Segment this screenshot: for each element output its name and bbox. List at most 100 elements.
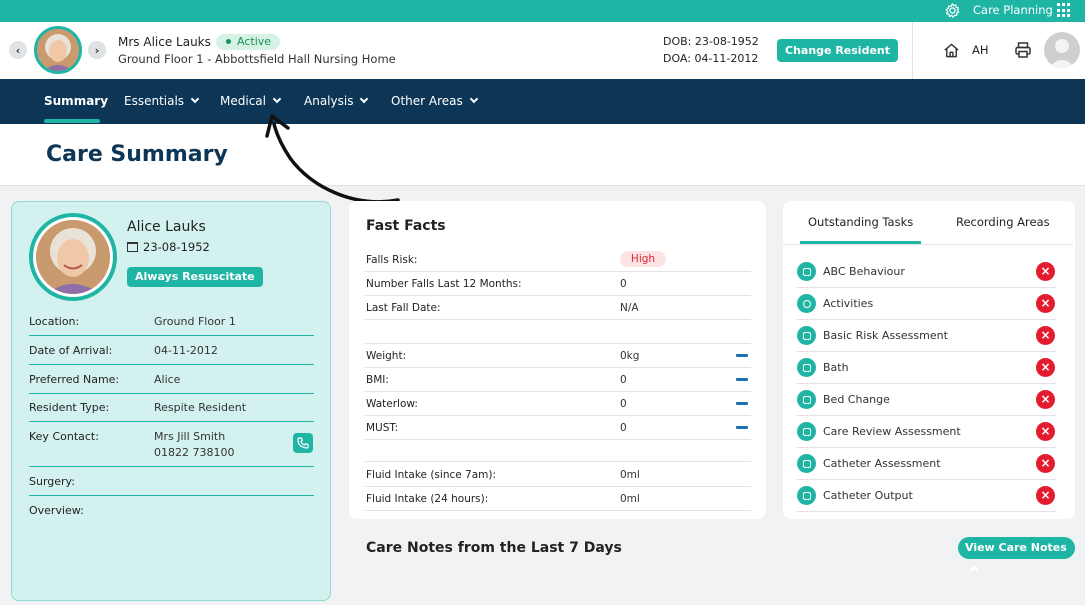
task-item[interactable]: Activities × — [796, 288, 1056, 320]
close-icon[interactable]: × — [1036, 358, 1055, 377]
header-divider — [912, 22, 913, 79]
bath-icon — [797, 358, 816, 377]
fact-weight: Weight: 0kg — [365, 344, 751, 368]
profile-row-key-contact: Key Contact: Mrs Jill Smith 01822 738100 — [29, 422, 314, 467]
close-icon[interactable]: × — [1036, 390, 1055, 409]
review-icon — [797, 422, 816, 441]
task-item[interactable]: Catheter Output × — [796, 480, 1056, 512]
resident-avatar — [34, 26, 82, 74]
status-dot-icon — [226, 38, 231, 44]
profile-row-arrival: Date of Arrival: 04-11-2012 — [29, 336, 314, 365]
table-icon — [797, 262, 816, 281]
previous-resident-button[interactable]: ‹ — [9, 41, 27, 59]
task-item[interactable]: Bed Change × — [796, 384, 1056, 416]
close-icon[interactable]: × — [1036, 422, 1055, 441]
fact-spacer — [365, 320, 751, 344]
fact-spacer — [365, 440, 751, 462]
user-avatar[interactable] — [1044, 32, 1080, 68]
chevron-left-icon: ‹ — [15, 43, 21, 57]
tab-divider — [783, 244, 1073, 245]
main-nav: Summary Essentials Medical Analysis Othe… — [0, 79, 1085, 124]
nav-medical[interactable]: Medical — [220, 94, 282, 108]
phone-icon — [297, 437, 309, 449]
fact-falls-risk: Falls Risk: — [365, 248, 751, 272]
fact-must: MUST: 0 — [365, 416, 751, 440]
clipboard-icon — [797, 454, 816, 473]
tab-recording-areas[interactable]: Recording Areas — [956, 215, 1050, 229]
resident-name: Mrs Alice Lauks — [118, 35, 211, 49]
fast-facts-card: Fast Facts Falls Risk: Number Falls Last… — [349, 201, 766, 519]
profile-dob: 23-08-1952 — [127, 240, 210, 254]
profile-name: Alice Lauks — [127, 219, 206, 235]
resident-dob: DOB: 23-08-1952 — [663, 35, 759, 48]
profile-row-overview: Overview: — [29, 504, 84, 517]
next-resident-button[interactable]: › — [88, 41, 106, 59]
catheter-icon — [797, 486, 816, 505]
fact-falls-count: Number Falls Last 12 Months: 0 — [365, 272, 751, 296]
close-icon[interactable]: × — [1036, 454, 1055, 473]
profile-card: Alice Lauks 23-08-1952 Always Resuscitat… — [11, 201, 331, 601]
gear-icon[interactable] — [944, 2, 961, 19]
task-item[interactable]: Care Review Assessment × — [796, 416, 1056, 448]
profile-row-preferred-name: Preferred Name: Alice — [29, 365, 314, 394]
fast-facts-title: Fast Facts — [366, 218, 446, 234]
nav-essentials[interactable]: Essentials — [124, 94, 200, 108]
trend-flat-icon — [736, 354, 748, 357]
activity-icon — [797, 294, 816, 313]
fact-fluid-7am: Fluid Intake (since 7am): 0ml — [365, 463, 751, 487]
annotation-arrow-icon — [265, 114, 400, 204]
fact-last-fall-date: Last Fall Date: N/A — [365, 296, 751, 320]
fact-waterlow: Waterlow: 0 — [365, 392, 751, 416]
tasks-card: Outstanding Tasks Recording Areas ABC Be… — [783, 201, 1075, 519]
task-item[interactable]: Bath × — [796, 352, 1056, 384]
page-title: Care Summary — [46, 142, 228, 167]
trend-flat-icon — [736, 378, 748, 381]
top-bar: Care Planning — [0, 0, 1085, 22]
resuscitation-badge: Always Resuscitate — [127, 267, 263, 287]
care-notes-title: Care Notes from the Last 7 Days — [366, 540, 622, 556]
user-silhouette-icon — [1049, 39, 1075, 68]
nav-summary[interactable]: Summary — [44, 94, 108, 108]
print-icon[interactable] — [1014, 41, 1032, 59]
profile-row-resident-type: Resident Type: Respite Resident — [29, 393, 314, 422]
close-icon[interactable]: × — [1036, 486, 1055, 505]
trend-flat-icon — [736, 426, 748, 429]
task-item[interactable]: Catheter Assessment × — [796, 448, 1056, 480]
tab-active-indicator — [800, 241, 921, 244]
chevron-down-icon — [360, 94, 369, 104]
user-initials[interactable]: AH — [972, 43, 989, 57]
close-icon[interactable]: × — [1036, 262, 1055, 281]
trend-flat-icon — [736, 402, 748, 405]
home-icon[interactable] — [943, 42, 960, 59]
nav-other-areas[interactable]: Other Areas — [391, 94, 479, 108]
call-contact-button[interactable] — [293, 433, 313, 453]
falls-risk-badge: High — [620, 251, 666, 267]
task-item[interactable]: ABC Behaviour × — [796, 256, 1056, 288]
resident-header: ‹ › Mrs Alice Lauks Active Ground Floor … — [0, 22, 1085, 79]
chevron-down-icon — [469, 94, 479, 104]
status-badge: Active — [216, 34, 281, 50]
fact-fluid-24h: Fluid Intake (24 hours): 0ml — [365, 487, 751, 511]
close-icon[interactable]: × — [1036, 326, 1055, 345]
task-item[interactable]: Basic Risk Assessment × — [796, 320, 1056, 352]
bed-icon — [797, 390, 816, 409]
profile-row-location: Location: Ground Floor 1 — [29, 307, 314, 336]
clipboard-icon — [797, 326, 816, 345]
chevron-down-icon — [272, 94, 282, 104]
chevron-up-icon — [969, 565, 979, 575]
chevron-right-icon: › — [94, 43, 100, 57]
nav-analysis[interactable]: Analysis — [304, 94, 369, 108]
nav-active-indicator — [44, 119, 100, 123]
fact-bmi: BMI: 0 — [365, 368, 751, 392]
close-icon[interactable]: × — [1036, 294, 1055, 313]
resident-photo-icon — [37, 29, 79, 71]
change-resident-button[interactable]: Change Resident — [777, 39, 898, 62]
title-strip: Care Summary — [0, 124, 1085, 186]
tab-outstanding-tasks[interactable]: Outstanding Tasks — [808, 215, 913, 229]
resident-doa: DOA: 04-11-2012 — [663, 52, 759, 65]
resident-location: Ground Floor 1 - Abbottsfield Hall Nursi… — [118, 52, 396, 66]
chevron-down-icon — [190, 94, 200, 104]
care-planning-link[interactable]: Care Planning — [973, 3, 1053, 17]
view-care-notes-button[interactable]: View Care Notes — [958, 537, 1075, 575]
apps-grid-icon[interactable] — [1057, 3, 1072, 18]
